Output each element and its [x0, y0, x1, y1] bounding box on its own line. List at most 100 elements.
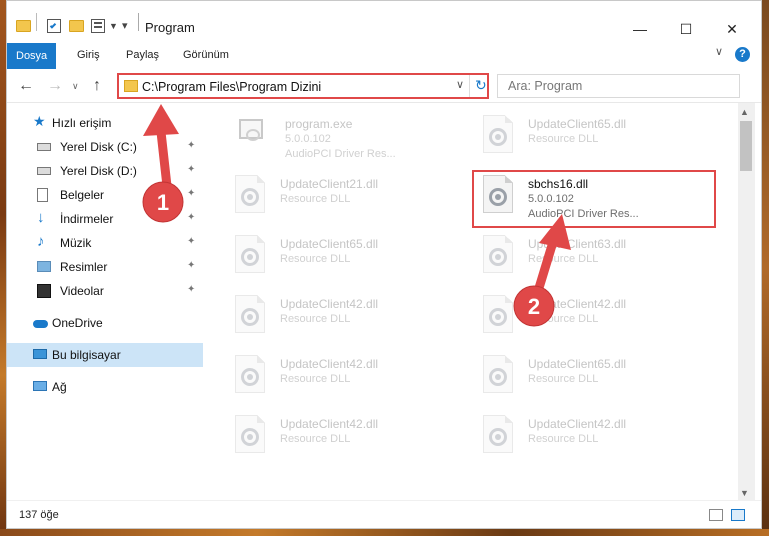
new-folder-icon[interactable]: [69, 20, 84, 32]
pin-icon[interactable]: ✦: [187, 284, 195, 295]
pin-icon[interactable]: ✦: [187, 188, 195, 199]
folder-icon: [16, 20, 31, 32]
list-item[interactable]: UpdateClient63.dll Resource DLL: [451, 227, 691, 287]
list-item[interactable]: UpdateClient21.dll Resource DLL: [203, 167, 443, 227]
tab-file[interactable]: Dosya: [7, 43, 57, 69]
search-input[interactable]: Ara: Program: [497, 74, 740, 98]
list-item[interactable]: UpdateClient42.dll Resource DLL: [203, 407, 443, 467]
sidebar-item-music[interactable]: ♪ Müzik ✦: [7, 231, 203, 255]
navigation-pane: ★ Hızlı erişim Yerel Disk (C:) ✦ Yerel D…: [7, 103, 203, 500]
folder-icon: [124, 80, 138, 92]
file-description: Resource DLL: [280, 313, 351, 325]
sidebar-item-label: Resimler: [60, 260, 108, 274]
pin-icon[interactable]: ✦: [187, 164, 195, 175]
list-item[interactable]: UpdateClient42.dll Resource DLL: [451, 287, 691, 347]
application-icon: [237, 115, 265, 143]
file-version: 5.0.0.102: [285, 133, 331, 145]
list-item[interactable]: program.exe 5.0.0.102 AudioPCI Driver Re…: [203, 107, 443, 167]
close-button[interactable]: ✕: [709, 14, 755, 44]
explorer-window: ▼ ▾ Program — ☐ ✕ Dosya Giriş Paylaş Gör…: [6, 0, 762, 529]
network-icon: [33, 381, 47, 391]
title-divider: [138, 13, 139, 31]
back-arrow-icon[interactable]: ←: [18, 77, 34, 95]
pin-icon[interactable]: ✦: [187, 236, 195, 247]
file-name: UpdateClient63.dll: [528, 237, 627, 251]
scroll-thumb[interactable]: [740, 121, 752, 171]
dll-file-icon: [483, 355, 513, 393]
up-arrow-icon[interactable]: ↑: [93, 77, 101, 95]
tab-home[interactable]: Giriş: [77, 49, 100, 61]
tab-view[interactable]: Görünüm: [183, 49, 229, 61]
pin-icon[interactable]: ✦: [187, 260, 195, 271]
file-list: program.exe 5.0.0.102 AudioPCI Driver Re…: [203, 103, 738, 500]
window-title: Program: [145, 20, 195, 35]
quick-access-toolbar-dropdown-icon[interactable]: ▾: [122, 19, 128, 32]
gear-icon: [241, 248, 259, 266]
sidebar-item-network[interactable]: Ağ: [7, 375, 203, 399]
sidebar-item-quick-access[interactable]: ★ Hızlı erişim: [7, 111, 203, 135]
list-item[interactable]: UpdateClient42.dll Resource DLL: [203, 287, 443, 347]
title-bar: ▼ ▾ Program — ☐ ✕: [7, 1, 761, 43]
tiles-view-icon[interactable]: [731, 509, 745, 521]
dll-file-icon: [235, 235, 265, 273]
address-bar[interactable]: C:\Program Files\Program Dizini ∨ ↻: [117, 73, 489, 99]
gear-icon: [241, 368, 259, 386]
list-item[interactable]: UpdateClient42.dll Resource DLL: [203, 347, 443, 407]
ribbon-tabs: Dosya Giriş Paylaş Görünüm: [7, 43, 761, 69]
file-name: program.exe: [285, 117, 353, 131]
chevron-down-icon[interactable]: ∨: [456, 78, 464, 91]
download-icon: ↓: [37, 209, 45, 226]
dll-file-icon: [483, 415, 513, 453]
gear-icon: [489, 368, 507, 386]
search-placeholder: Ara: Program: [508, 79, 583, 93]
details-view-icon[interactable]: [709, 509, 723, 521]
file-description: Resource DLL: [528, 313, 599, 325]
minimize-button[interactable]: —: [617, 14, 663, 44]
sidebar-item-label: İndirmeler: [60, 212, 114, 226]
help-icon[interactable]: ?: [735, 47, 750, 62]
vertical-scrollbar[interactable]: ▲ ▼: [738, 103, 755, 500]
sidebar-item-label: Müzik: [60, 236, 92, 250]
sidebar-item-local-disk-c[interactable]: Yerel Disk (C:) ✦: [7, 135, 203, 159]
address-path[interactable]: C:\Program Files\Program Dizini: [142, 80, 321, 94]
sidebar-item-this-pc[interactable]: Bu bilgisayar: [7, 343, 203, 367]
scroll-down-icon[interactable]: ▼: [740, 488, 749, 498]
sidebar-item-label: Hızlı erişim: [52, 116, 112, 130]
maximize-button[interactable]: ☐: [663, 14, 709, 44]
expand-ribbon-icon[interactable]: ∨: [715, 45, 723, 58]
file-description: Resource DLL: [528, 253, 599, 265]
pin-icon[interactable]: ✦: [187, 140, 195, 151]
pin-icon[interactable]: ✦: [187, 212, 195, 223]
recent-locations-icon[interactable]: ∨: [72, 81, 79, 92]
desktop-background-right: [762, 0, 769, 536]
desktop-background-bottom: [0, 529, 769, 536]
cloud-icon: [33, 320, 48, 328]
properties-icon[interactable]: [47, 19, 61, 33]
scroll-up-icon[interactable]: ▲: [740, 107, 749, 117]
gear-icon: [241, 428, 259, 446]
sidebar-item-pictures[interactable]: Resimler ✦: [7, 255, 203, 279]
dll-file-icon: [483, 115, 513, 153]
forward-arrow-icon[interactable]: →: [47, 77, 63, 95]
list-item[interactable]: UpdateClient65.dll Resource DLL: [203, 227, 443, 287]
file-description: Resource DLL: [280, 193, 351, 205]
sidebar-item-downloads[interactable]: ↓ İndirmeler ✦: [7, 207, 203, 231]
list-item[interactable]: UpdateClient65.dll Resource DLL: [451, 107, 691, 167]
quick-access-divider: [36, 13, 37, 31]
list-item[interactable]: UpdateClient65.dll Resource DLL: [451, 347, 691, 407]
dll-file-icon: [235, 355, 265, 393]
sidebar-item-local-disk-d[interactable]: Yerel Disk (D:) ✦: [7, 159, 203, 183]
file-description: Resource DLL: [528, 133, 599, 145]
tab-share[interactable]: Paylaş: [126, 49, 159, 61]
chevron-down-icon[interactable]: ▼: [109, 21, 118, 31]
dll-file-icon: [235, 415, 265, 453]
customize-icon[interactable]: [91, 19, 105, 33]
list-item[interactable]: UpdateClient42.dll Resource DLL: [451, 407, 691, 467]
sidebar-item-documents[interactable]: Belgeler ✦: [7, 183, 203, 207]
refresh-icon[interactable]: ↻: [475, 77, 487, 94]
file-description: Resource DLL: [528, 433, 599, 445]
gear-icon: [241, 188, 259, 206]
sidebar-item-onedrive[interactable]: OneDrive: [7, 311, 203, 335]
sidebar-item-label: Belgeler: [60, 188, 105, 202]
sidebar-item-videos[interactable]: Videolar ✦: [7, 279, 203, 303]
